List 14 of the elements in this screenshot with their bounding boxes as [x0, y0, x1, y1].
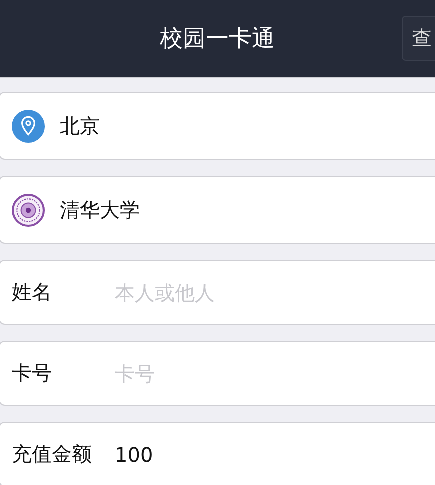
- seal-icon: [12, 194, 45, 226]
- page-title: 校园一卡通: [160, 25, 275, 54]
- input-field[interactable]: 100: [115, 442, 405, 466]
- query-button[interactable]: 查: [402, 16, 435, 61]
- selector-row[interactable]: 北京: [0, 92, 435, 160]
- selector-value: 北京: [60, 112, 100, 140]
- field-label: 姓名: [12, 279, 53, 306]
- field-label: 卡号: [12, 360, 53, 387]
- field-label: 充值金额: [12, 441, 93, 468]
- selector-value: 清华大学: [60, 196, 140, 224]
- selector-row[interactable]: 清华大学: [0, 176, 435, 244]
- input-field[interactable]: 卡号: [115, 362, 405, 386]
- location-pin-icon: [12, 110, 45, 142]
- input-field[interactable]: 本人或他人: [115, 280, 405, 304]
